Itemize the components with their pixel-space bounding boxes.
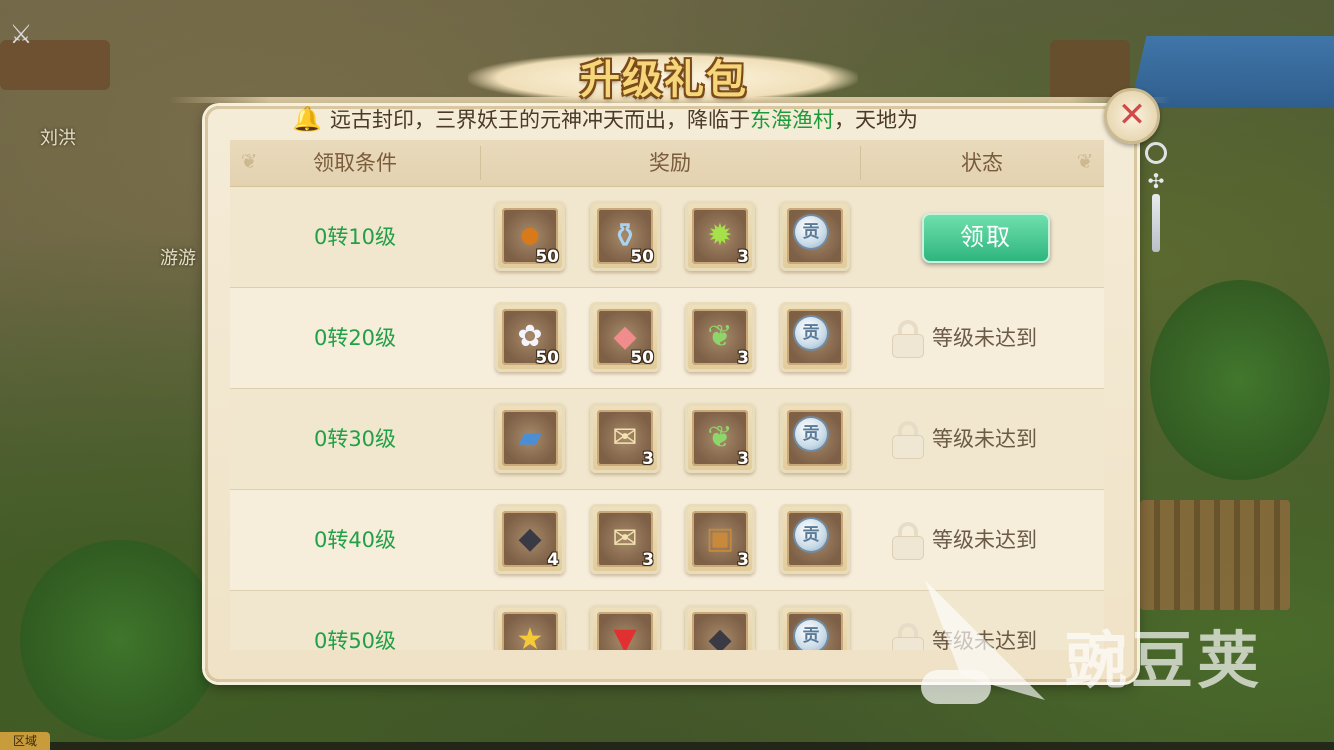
contribution-coin-icon: 贡 — [795, 519, 827, 551]
item-count: 50 — [535, 348, 559, 368]
claim-button[interactable]: 领取 — [922, 213, 1050, 263]
table-row: 0转20级 ✿ 50 ◆ 50 ❦ 3 贡 等级未达到 — [230, 288, 1104, 389]
contribution-coin-icon: 贡 — [795, 216, 827, 248]
level-condition: 0转20级 — [313, 326, 397, 350]
table-header: ❦ 领取条件 奖励 状态 ❦ — [230, 140, 1104, 187]
status-text: 等级未达到 — [932, 427, 1037, 451]
reward-slot[interactable]: ✿ 50 — [495, 302, 565, 372]
contribution-coin-icon: 贡 — [795, 418, 827, 450]
status-cell: 等级未达到 — [890, 591, 1104, 650]
status-cell: 等级未达到 — [890, 389, 1104, 489]
reward-slot[interactable]: ◆ — [685, 605, 755, 650]
level-condition: 0转40级 — [313, 528, 397, 552]
item-count: 50 — [535, 247, 559, 267]
reward-slot[interactable]: 贡 — [780, 201, 850, 271]
item-count: 4 — [547, 550, 559, 570]
announcement-text: 远古封印，三界妖王的元神冲天而出，降临于 — [330, 108, 750, 132]
gold-star-icon: ★ — [516, 622, 544, 650]
reward-slot[interactable]: ❦ 3 — [685, 302, 755, 372]
crossed-swords-icon[interactable]: ⚔ — [4, 18, 38, 52]
table-row: 0转50级 ★ ▼ 2 ◆ 贡 等级未达到 — [230, 591, 1104, 650]
table-row: 0转30级 ▰ ✉ 3 ❦ 3 贡 等级未达到 — [230, 389, 1104, 490]
lock-icon — [890, 522, 926, 560]
item-count: 3 — [737, 550, 749, 570]
ring-icon — [1145, 142, 1167, 164]
hanging-ornament: ✣ — [1142, 142, 1172, 252]
item-count: 3 — [642, 550, 654, 570]
item-count: 3 — [642, 449, 654, 469]
table-row: 0转40级 ◆ 4 ✉ 3 ▣ 3 贡 等级未达到 — [230, 490, 1104, 591]
knot-icon: ✣ — [1147, 169, 1165, 193]
level-condition: 0转30级 — [313, 427, 397, 451]
level-condition: 0转50级 — [313, 629, 397, 650]
npc-name-label[interactable]: 游游 — [160, 244, 196, 270]
reward-slot[interactable]: ● 50 — [495, 201, 565, 271]
announcement-marquee: 远古封印，三界妖王的元神冲天而出，降临于东海渔村，天地为 — [330, 104, 1005, 136]
close-button[interactable]: ✕ — [1104, 88, 1160, 144]
area-tag[interactable]: 区域 — [0, 732, 50, 750]
lock-icon — [890, 623, 926, 650]
reward-slot[interactable]: 贡 — [780, 302, 850, 372]
contribution-coin-icon: 贡 — [795, 317, 827, 349]
item-count: 3 — [737, 449, 749, 469]
reward-slot[interactable]: ◆ 50 — [590, 302, 660, 372]
reward-slot[interactable]: 贡 — [780, 605, 850, 650]
npc-name-label[interactable]: 刘洪 — [40, 124, 76, 150]
status-text: 等级未达到 — [932, 629, 1037, 650]
reward-slot[interactable]: ❦ 3 — [685, 403, 755, 473]
announcement-highlight: 东海渔村 — [750, 108, 834, 132]
contribution-coin-icon: 贡 — [795, 620, 827, 650]
dark-ore-icon: ◆ — [708, 622, 732, 650]
lock-icon — [890, 320, 926, 358]
status-text: 等级未达到 — [932, 528, 1037, 552]
red-gem-icon: ▼ — [613, 622, 637, 650]
reward-slot[interactable]: ✹ 3 — [685, 201, 755, 271]
header-status: 状态 — [961, 151, 1003, 175]
item-count: 50 — [630, 247, 654, 267]
corner-ornament-icon: ❦ — [1076, 149, 1094, 173]
reward-slot[interactable]: ▰ — [495, 403, 565, 473]
status-cell: 等级未达到 — [890, 288, 1104, 388]
reward-slot[interactable]: ★ — [495, 605, 565, 650]
header-condition: 领取条件 — [313, 151, 397, 175]
wooden-fence — [1140, 500, 1290, 610]
item-count: 3 — [737, 348, 749, 368]
status-cell: 等级未达到 — [890, 490, 1104, 590]
tassel — [1152, 194, 1160, 252]
reward-slot[interactable]: ✉ 3 — [590, 504, 660, 574]
level-condition: 0转10级 — [313, 225, 397, 249]
dialog-title: 升级礼包 — [580, 56, 748, 103]
reward-slot[interactable]: 贡 — [780, 504, 850, 574]
lock-icon — [890, 421, 926, 459]
item-count: 3 — [737, 247, 749, 267]
reward-slot[interactable]: ▼ 2 — [590, 605, 660, 650]
reward-slot[interactable]: 贡 — [780, 403, 850, 473]
bottom-bar — [50, 742, 1334, 750]
close-icon: ✕ — [1117, 95, 1147, 135]
item-count: 50 — [630, 348, 654, 368]
reward-slot[interactable]: ⚱ 50 — [590, 201, 660, 271]
reward-slot[interactable]: ▣ 3 — [685, 504, 755, 574]
reward-slot[interactable]: ✉ 3 — [590, 403, 660, 473]
header-reward: 奖励 — [649, 151, 691, 175]
reward-slot[interactable]: ◆ 4 — [495, 504, 565, 574]
status-text: 等级未达到 — [932, 326, 1037, 350]
blue-book-icon: ▰ — [518, 420, 542, 455]
tree — [1150, 280, 1330, 480]
bell-icon: 🔔 — [292, 105, 322, 133]
tree — [20, 540, 220, 740]
announcement-text-tail: ，天地为 — [834, 108, 918, 132]
